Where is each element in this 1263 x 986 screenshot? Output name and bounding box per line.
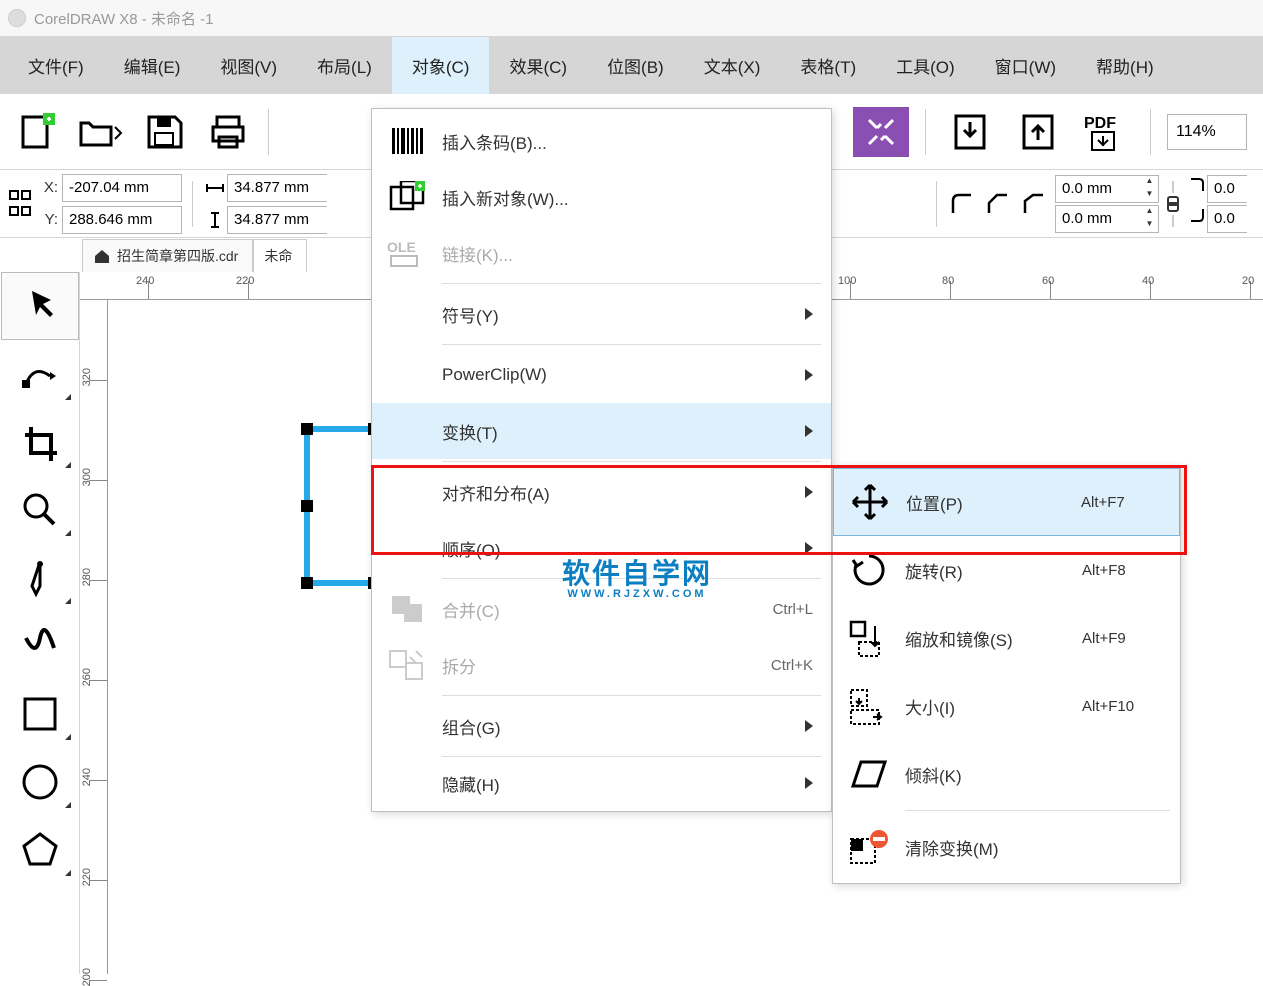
corner-chamfer-icon[interactable] — [1019, 189, 1049, 219]
y-position-input[interactable] — [62, 206, 182, 234]
ole-link-icon: OLE — [372, 236, 442, 270]
menu-text[interactable]: 文本(X) — [684, 37, 781, 94]
skew-icon — [833, 756, 905, 792]
export-button[interactable] — [1010, 107, 1066, 157]
menu-window[interactable]: 窗口(W) — [975, 37, 1076, 94]
menu-tools[interactable]: 工具(O) — [876, 37, 975, 94]
ellipse-tool[interactable] — [1, 748, 79, 816]
size-icon — [833, 686, 905, 726]
tab-2-label: 未命 — [264, 246, 292, 266]
rotate-icon — [833, 550, 905, 590]
corner-br-icon — [1187, 205, 1207, 225]
submenu-arrow-icon — [805, 720, 813, 732]
corner-round-icon[interactable] — [947, 189, 977, 219]
print-button[interactable] — [200, 107, 256, 157]
submenu-scale-mirror[interactable]: 缩放和镜像(S) Alt+F9 — [833, 604, 1180, 672]
toolbox — [0, 272, 80, 974]
corner-tl-input[interactable] — [1055, 175, 1141, 203]
submenu-arrow-icon — [805, 777, 813, 789]
corner-bl-input[interactable] — [1055, 205, 1141, 233]
height-input[interactable] — [227, 206, 327, 234]
menu-hide[interactable]: 隐藏(H) — [372, 759, 831, 807]
pick-tool[interactable] — [1, 272, 79, 340]
new-document-button[interactable] — [8, 107, 64, 157]
corner-br-input[interactable] — [1207, 205, 1247, 233]
menu-break-apart: 拆分 Ctrl+K — [372, 637, 831, 693]
break-icon — [372, 649, 442, 681]
tab-1-label: 招生简章第四版.cdr — [117, 246, 238, 266]
crop-tool[interactable] — [1, 408, 79, 476]
width-icon — [203, 179, 227, 197]
menu-edit[interactable]: 编辑(E) — [104, 37, 201, 94]
submenu-arrow-icon — [805, 425, 813, 437]
submenu-clear-transform[interactable]: 清除变换(M) — [833, 813, 1180, 881]
combine-icon — [372, 594, 442, 624]
artistic-media-tool[interactable] — [1, 612, 79, 680]
menu-group[interactable]: 组合(G) — [372, 698, 831, 754]
clear-transform-icon — [833, 827, 905, 867]
menu-object[interactable]: 对象(C) — [392, 37, 490, 94]
watermark: 软件自学网 WWW.RJZXW.COM — [562, 552, 712, 600]
submenu-size[interactable]: 大小(I) Alt+F10 — [833, 672, 1180, 740]
submenu-skew[interactable]: 倾斜(K) — [833, 740, 1180, 808]
menu-file[interactable]: 文件(F) — [8, 37, 104, 94]
menu-bar: 文件(F) 编辑(E) 视图(V) 布局(L) 对象(C) 效果(C) 位图(B… — [0, 36, 1263, 94]
menu-insert-object[interactable]: 插入新对象(W)... — [372, 169, 831, 225]
svg-text:OLE: OLE — [387, 239, 416, 255]
scale-mirror-icon — [833, 618, 905, 658]
corner-tr-icon — [1187, 175, 1207, 195]
menu-transform[interactable]: 变换(T) — [372, 403, 831, 459]
menu-table[interactable]: 表格(T) — [780, 37, 876, 94]
object-position-icon — [8, 189, 34, 219]
insert-object-icon — [372, 181, 442, 213]
window-title: CorelDRAW X8 - 未命名 -1 — [34, 8, 213, 29]
corner-link-icon[interactable] — [1165, 181, 1181, 227]
title-bar: CorelDRAW X8 - 未命名 -1 — [0, 0, 1263, 36]
submenu-arrow-icon — [805, 369, 813, 381]
width-input[interactable] — [227, 174, 327, 202]
snap-button[interactable] — [853, 107, 909, 157]
menu-insert-barcode[interactable]: 插入条码(B)... — [372, 113, 831, 169]
document-tab-1[interactable]: 招生简章第四版.cdr — [82, 239, 253, 272]
home-icon — [93, 248, 111, 264]
rectangle-tool[interactable] — [1, 680, 79, 748]
menu-bitmap[interactable]: 位图(B) — [587, 37, 684, 94]
zoom-tool[interactable] — [1, 476, 79, 544]
shape-tool[interactable] — [1, 340, 79, 408]
y-label: Y: — [40, 211, 58, 228]
import-button[interactable] — [942, 107, 998, 157]
open-document-button[interactable] — [72, 107, 128, 157]
menu-view[interactable]: 视图(V) — [200, 37, 297, 94]
x-label: X: — [40, 179, 58, 196]
corner-scallop-icon[interactable] — [983, 189, 1013, 219]
zoom-level-input[interactable] — [1167, 114, 1247, 150]
object-menu-dropdown: 插入条码(B)... 插入新对象(W)... OLE 链接(K)... 符号(Y… — [371, 108, 832, 812]
polygon-tool[interactable] — [1, 816, 79, 884]
menu-links: OLE 链接(K)... — [372, 225, 831, 281]
height-icon — [203, 211, 227, 229]
menu-symbol[interactable]: 符号(Y) — [372, 286, 831, 342]
freehand-tool[interactable] — [1, 544, 79, 612]
menu-powerclip[interactable]: PowerClip(W) — [372, 347, 831, 403]
x-position-input[interactable] — [62, 174, 182, 202]
app-logo-icon — [8, 9, 26, 27]
highlight-box-transform — [371, 465, 1187, 555]
document-tab-2[interactable]: 未命 — [253, 239, 307, 272]
corner-tr-input[interactable] — [1207, 175, 1247, 203]
save-button[interactable] — [136, 107, 192, 157]
svg-text:PDF: PDF — [1084, 115, 1116, 132]
vertical-ruler: 320 300 280 260 240 220 200 — [80, 300, 108, 974]
barcode-icon — [372, 126, 442, 156]
menu-help[interactable]: 帮助(H) — [1076, 37, 1174, 94]
menu-effects[interactable]: 效果(C) — [489, 37, 587, 94]
publish-pdf-button[interactable]: PDF — [1078, 107, 1134, 157]
submenu-arrow-icon — [805, 308, 813, 320]
menu-layout[interactable]: 布局(L) — [297, 37, 392, 94]
